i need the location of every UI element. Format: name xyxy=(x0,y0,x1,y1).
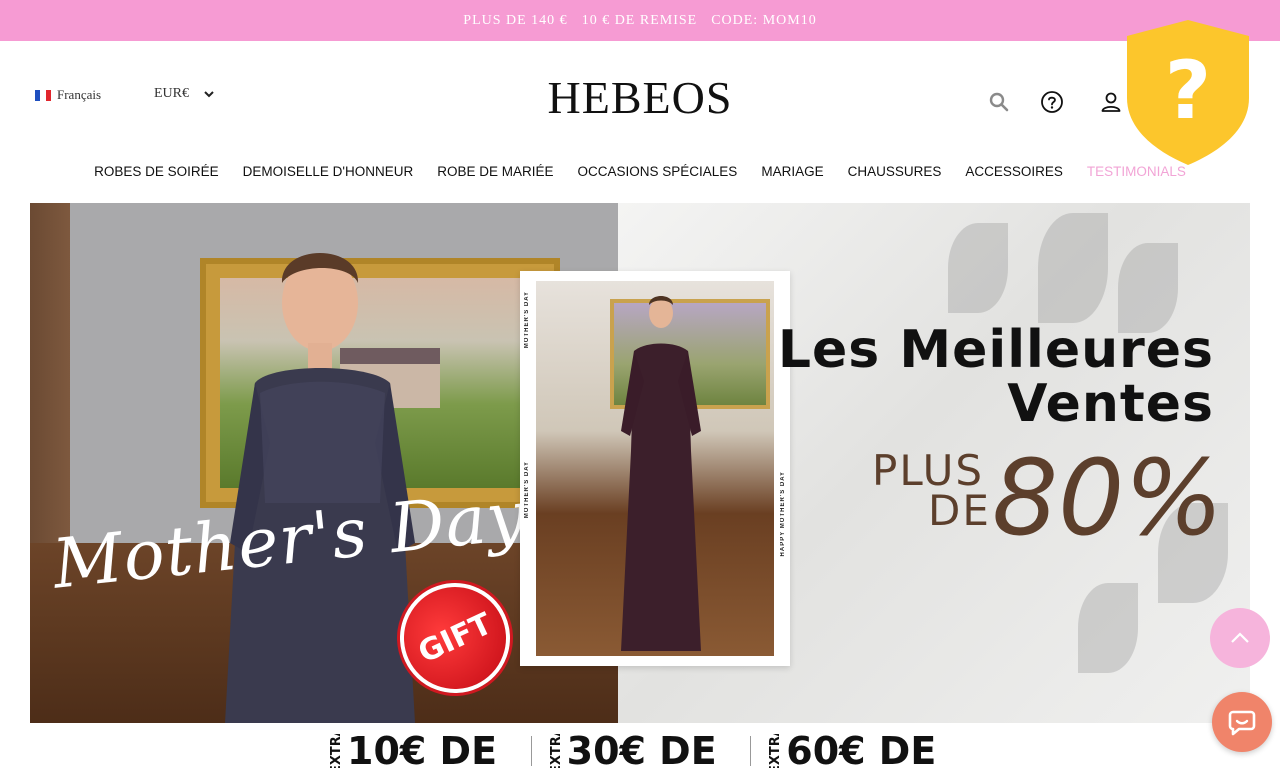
hero-percent: 80% xyxy=(992,437,1224,559)
nav-item-chaussures[interactable]: CHAUSSURES xyxy=(848,164,942,186)
coupon-prefix: EXTRA xyxy=(769,734,783,768)
promo-code: CODE: MOM10 xyxy=(711,12,817,28)
nav-item-testimonials[interactable]: TESTIMONIALS xyxy=(1087,164,1186,186)
coupon-60[interactable]: EXTRA 60€ DE xyxy=(769,728,970,768)
nav-item-mariage[interactable]: MARIAGE xyxy=(761,164,823,186)
coupon-divider xyxy=(750,736,752,766)
coupon-prefix: EXTRA xyxy=(330,734,343,768)
promo-bar: PLUS DE 140 € 10 € DE REMISE CODE: MOM10 xyxy=(0,0,1280,41)
nav-item-robe-de-mariee[interactable]: ROBE DE MARIÉE xyxy=(437,164,553,186)
language-selector[interactable]: Français xyxy=(35,87,101,103)
polaroid-caption-left: MOTHER'S DAY xyxy=(524,291,530,349)
plus-label: PLUS xyxy=(872,446,985,495)
nav-item-robes-de-soiree[interactable]: ROBES DE SOIRÉE xyxy=(94,164,219,186)
nav-item-occasions-speciales[interactable]: OCCASIONS SPÉCIALES xyxy=(578,164,738,186)
site-logo[interactable]: HEBEOS xyxy=(500,70,780,126)
account-icon[interactable] xyxy=(1099,90,1123,114)
coupon-30[interactable]: EXTRA 30€ DE xyxy=(550,728,751,768)
search-icon[interactable] xyxy=(987,90,1011,114)
currency-label: EUR€ xyxy=(154,86,189,101)
polaroid-model-image xyxy=(621,296,701,651)
live-chat-button[interactable] xyxy=(1212,692,1272,752)
main-nav: ROBES DE SOIRÉE DEMOISELLE D'HONNEUR ROB… xyxy=(0,164,1280,186)
help-icon[interactable] xyxy=(1040,90,1064,114)
headline-line-2: Ventes xyxy=(1007,374,1214,434)
hero-plus-de: PLUS DE xyxy=(872,446,991,535)
polaroid-photo: MOTHER'S DAY MOTHER'S DAY HAPPY MOTHER'S… xyxy=(520,271,790,666)
chevron-down-icon xyxy=(204,91,214,98)
coupon-10[interactable]: EXTRA 10€ DE xyxy=(330,728,531,768)
trust-badge-shield-icon[interactable]: ? xyxy=(1127,20,1249,165)
coupon-amount: 30€ DE xyxy=(566,729,717,768)
chat-bubble-icon xyxy=(1228,710,1256,736)
coupon-amount: 60€ DE xyxy=(786,729,937,768)
coupon-divider xyxy=(530,736,532,766)
nav-item-accessoires[interactable]: ACCESSOIRES xyxy=(965,164,1063,186)
currency-selector[interactable]: EUR€ xyxy=(154,86,215,102)
headline-line-1: Les Meilleures xyxy=(777,320,1214,380)
hero-banner[interactable]: Mother's Day GIFT MOTHER'S DAY MOTHER'S … xyxy=(30,203,1250,723)
hero-headline: Les Meilleures Ventes xyxy=(778,323,1214,431)
promo-discount: 10 € DE REMISE xyxy=(581,12,698,28)
chevron-up-icon xyxy=(1231,632,1249,643)
coupon-amount: 10€ DE xyxy=(347,729,498,768)
shield-question-mark: ? xyxy=(1165,44,1211,137)
de-label: DE xyxy=(928,486,991,535)
promo-threshold: PLUS DE 140 € xyxy=(463,12,568,28)
france-flag-icon xyxy=(35,89,51,101)
scroll-to-top-button[interactable] xyxy=(1210,608,1270,668)
polaroid-caption-right: HAPPY MOTHER'S DAY xyxy=(780,471,786,557)
nav-item-demoiselle-d-honneur[interactable]: DEMOISELLE D'HONNEUR xyxy=(243,164,414,186)
polaroid-caption-left-2: MOTHER'S DAY xyxy=(524,461,530,519)
language-label: Français xyxy=(57,87,102,102)
coupon-strip: EXTRA 10€ DE EXTRA 30€ DE EXTRA 60€ DE xyxy=(330,728,970,768)
coupon-prefix: EXTRA xyxy=(549,734,563,768)
